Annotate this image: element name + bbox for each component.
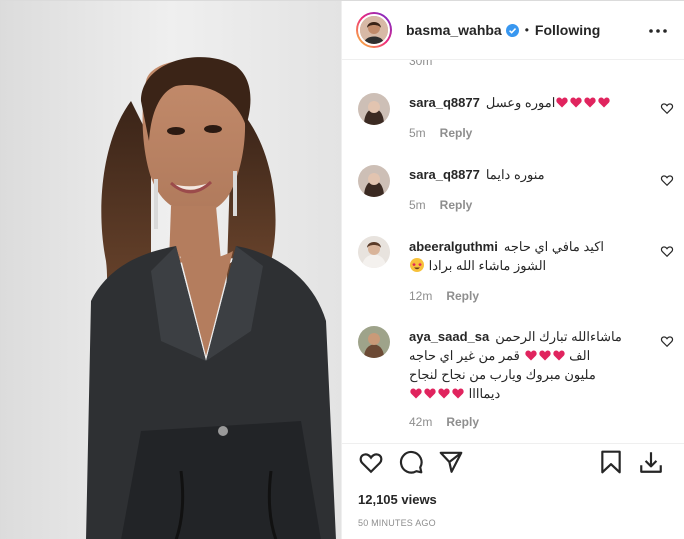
comment-body: aya_saad_sa ماشاءالله تبارك الرحمن قمر من…: [409, 327, 649, 403]
comment-text: منوره دايما: [485, 167, 545, 182]
post-image[interactable]: [1, 1, 341, 539]
download-icon[interactable]: [638, 449, 664, 475]
author-avatar-photo: [360, 16, 388, 44]
comment-text-line: قمر من غير اي حاجه: [409, 348, 520, 363]
red-heart-emoji: [438, 388, 450, 399]
comment-text-line: الشوز ماشاء الله برادا: [428, 258, 547, 273]
author-avatar-image: [358, 14, 390, 46]
comment-username[interactable]: aya_saad_sa: [409, 329, 489, 344]
comment-text-line: ديماااا: [468, 386, 501, 401]
comment-body: abeeralguthmi اكيد مافي اي حاجه الشوز ماش…: [409, 237, 649, 275]
comment-body: sara_q8877 منوره دايما: [409, 166, 644, 184]
reply-button[interactable]: Reply: [440, 126, 473, 140]
star-struck-emoji: [410, 258, 424, 272]
commenter-avatar-photo: [358, 326, 390, 358]
post-photo: [1, 1, 341, 539]
comment-time: 42m: [409, 415, 433, 429]
post-actions: 12,105 views 50 MINUTES AGO: [342, 443, 684, 539]
header-separator: •: [524, 23, 529, 37]
red-heart-emoji: [556, 97, 568, 108]
comment-timestamp: 30m: [409, 60, 433, 68]
comment-text-line: الف: [569, 348, 591, 363]
instagram-post: basma_wahba • Following 30m sara_q8877 ا…: [0, 0, 684, 539]
comment-username[interactable]: sara_q8877: [409, 95, 480, 110]
comment-like-heart-icon[interactable]: [660, 173, 674, 187]
post-side-panel: basma_wahba • Following 30m sara_q8877 ا…: [341, 1, 684, 539]
comment-time: 12m: [409, 289, 433, 303]
red-heart-emoji: [552, 350, 565, 361]
comment-like-heart-icon[interactable]: [660, 334, 674, 348]
red-heart-emoji: [524, 350, 537, 361]
commenter-avatar-photo: [358, 93, 390, 125]
comment-like-heart-icon[interactable]: [660, 244, 674, 258]
commenter-avatar[interactable]: [358, 165, 390, 197]
red-heart-emoji: [424, 388, 436, 399]
red-heart-emoji: [410, 388, 422, 399]
comment-username[interactable]: abeeralguthmi: [409, 239, 498, 254]
comment-username[interactable]: sara_q8877: [409, 167, 480, 182]
comment-text: اكيد مافي اي حاجه: [503, 239, 605, 254]
red-heart-emoji: [598, 97, 610, 108]
commenter-avatar[interactable]: [358, 326, 390, 358]
commenter-avatar[interactable]: [358, 236, 390, 268]
red-heart-emoji: [538, 350, 551, 361]
commenter-avatar-photo: [358, 165, 390, 197]
comment-meta: 5m Reply: [409, 198, 472, 212]
comment-time: 5m: [409, 126, 426, 140]
reply-button[interactable]: Reply: [446, 415, 479, 429]
comment-body: sara_q8877 اموره وعسل: [409, 94, 644, 112]
post-header: basma_wahba • Following: [342, 1, 684, 60]
comments-list[interactable]: 30m sara_q8877 اموره وعسل 5m Reply sara_…: [342, 60, 684, 443]
reply-button[interactable]: Reply: [440, 198, 473, 212]
comment-text: ماشاءالله تبارك الرحمن: [495, 329, 622, 344]
verified-badge-icon: [505, 23, 519, 37]
reply-button[interactable]: Reply: [446, 289, 479, 303]
red-heart-emoji: [584, 97, 596, 108]
author-avatar[interactable]: [356, 12, 392, 48]
comment-text-line: مليون مبروك ويارب من نجاح لنجاح: [409, 367, 596, 382]
red-heart-emoji: [452, 388, 464, 399]
comment-like-heart-icon[interactable]: [660, 101, 674, 115]
comment-icon[interactable]: [398, 449, 424, 475]
more-options-icon[interactable]: [646, 21, 670, 41]
commenter-avatar[interactable]: [358, 93, 390, 125]
heart-icon[interactable]: [358, 449, 384, 475]
comment-text: اموره وعسل: [485, 95, 556, 110]
view-count[interactable]: 12,105 views: [358, 492, 437, 507]
following-button[interactable]: Following: [535, 22, 600, 38]
commenter-avatar-photo: [358, 236, 390, 268]
comment-meta: 12m Reply: [409, 289, 479, 303]
red-heart-emoji: [570, 97, 582, 108]
comment-meta: 5m Reply: [409, 126, 472, 140]
author-username[interactable]: basma_wahba: [406, 22, 502, 38]
share-icon[interactable]: [438, 449, 464, 475]
comment-time: 5m: [409, 198, 426, 212]
post-timestamp: 50 MINUTES AGO: [358, 518, 436, 528]
bookmark-icon[interactable]: [598, 449, 624, 475]
comment-meta: 42m Reply: [409, 415, 479, 429]
